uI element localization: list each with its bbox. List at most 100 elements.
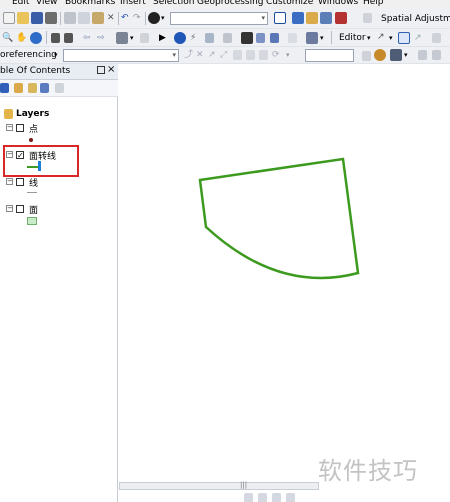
editor-toolbar-icon[interactable] — [274, 12, 286, 24]
topology-tools-icon[interactable] — [390, 49, 402, 61]
zoom-to-layer-icon[interactable]: ⟳ — [272, 49, 280, 61]
save-icon[interactable] — [31, 12, 43, 24]
shift-icon[interactable]: ✕ — [196, 49, 204, 61]
arctoolbox-icon[interactable] — [335, 12, 347, 24]
menu-help[interactable]: Help — [363, 0, 384, 8]
layer-name-points[interactable]: 点 — [29, 122, 38, 135]
viewer-dropdown-icon[interactable]: ▾ — [320, 32, 324, 44]
measure-icon[interactable] — [223, 33, 232, 43]
clear-selection-icon[interactable] — [140, 33, 149, 43]
editor-dropdown-icon[interactable]: ▾ — [367, 32, 371, 44]
zoom-out-icon[interactable]: 🔍 — [2, 32, 13, 44]
point-symbol — [29, 138, 33, 142]
menu-bookmarks[interactable]: Bookmarks — [65, 0, 115, 8]
catalog-icon[interactable] — [306, 12, 318, 24]
georeferencing-dropdown-icon[interactable]: ▾ — [54, 49, 58, 61]
list-by-visibility-icon[interactable] — [28, 83, 37, 93]
copy-icon[interactable] — [78, 12, 90, 24]
pan-icon[interactable]: ✋ — [16, 32, 27, 44]
time-slider-icon[interactable] — [288, 33, 297, 43]
menu-edit[interactable]: Edit — [12, 0, 29, 8]
topology-dropdown-icon[interactable]: ▾ — [404, 49, 408, 61]
open-folder-icon[interactable] — [17, 12, 29, 24]
map-topology-icon[interactable] — [418, 50, 427, 60]
standard-toolbar: ✕ ↶ ↷ ▾ ▾ Spatial Adjustmen — [0, 8, 450, 29]
layer-visibility-checkbox[interactable] — [16, 178, 24, 186]
menu-geoprocessing[interactable]: Geoprocessing — [197, 0, 264, 8]
edit-tool-dropdown-icon[interactable]: ▾ — [389, 32, 393, 44]
edit-annotation-icon[interactable] — [398, 32, 410, 44]
list-by-source-icon[interactable] — [14, 83, 23, 93]
cut-icon[interactable] — [64, 12, 76, 24]
zoom-dropdown-icon[interactable]: ▾ — [286, 49, 290, 61]
find-icon[interactable] — [241, 32, 253, 44]
menu-selection[interactable]: Selection — [153, 0, 194, 8]
refresh-icon[interactable] — [272, 493, 281, 502]
fixed-zoom-out-icon[interactable] — [64, 33, 73, 43]
pin-icon[interactable] — [97, 66, 105, 74]
hyperlink-icon[interactable]: ⚡ — [190, 32, 196, 44]
collapse-toggle[interactable]: − — [6, 124, 13, 131]
spatial-adjustment-label[interactable]: Spatial Adjustmen — [381, 13, 450, 25]
paste-icon[interactable] — [92, 12, 104, 24]
edit-tool-icon[interactable]: ↗ — [377, 31, 385, 43]
select-dropdown-icon[interactable]: ▾ — [130, 32, 134, 44]
goto-xy-icon[interactable] — [270, 33, 279, 43]
menu-customize[interactable]: Customize — [266, 0, 313, 8]
forward-extent-icon[interactable]: ⇨ — [97, 32, 105, 44]
rotate-icon[interactable]: ⤴ — [184, 49, 193, 61]
select-elements-icon[interactable]: ▶ — [159, 32, 166, 44]
identify-icon[interactable] — [174, 32, 186, 44]
view-link-table-icon[interactable] — [233, 50, 242, 60]
menu-view[interactable]: View — [36, 0, 57, 8]
toc-window-icon[interactable] — [292, 12, 304, 24]
georeferencing-menu[interactable]: oreferencing — [0, 49, 57, 61]
close-icon[interactable]: × — [107, 64, 115, 75]
data-view-icon[interactable] — [258, 493, 267, 502]
back-extent-icon[interactable]: ⇦ — [83, 32, 91, 44]
delete-icon[interactable]: ✕ — [107, 12, 115, 24]
collapse-toggle[interactable]: − — [6, 178, 13, 185]
layer-name-lines[interactable]: 线 — [29, 176, 38, 189]
fixed-zoom-in-icon[interactable] — [51, 33, 60, 43]
list-by-selection-icon[interactable] — [40, 83, 49, 93]
list-by-drawing-order-icon[interactable] — [0, 83, 9, 93]
update-display-icon[interactable] — [259, 50, 268, 60]
search-window-icon[interactable] — [320, 12, 332, 24]
add-control-points-icon[interactable]: ↗ — [208, 49, 216, 61]
map-canvas — [198, 157, 360, 280]
print-icon[interactable] — [45, 12, 57, 24]
add-control-points-2-icon[interactable]: ⤢ — [220, 49, 227, 61]
layers-root-label[interactable]: Layers — [16, 109, 49, 119]
html-popup-icon[interactable] — [205, 33, 214, 43]
layout-view-icon[interactable] — [244, 493, 253, 502]
redo-icon[interactable]: ↷ — [133, 12, 141, 24]
find-route-icon[interactable] — [256, 33, 265, 43]
layer-dropdown[interactable]: ▾ — [63, 49, 179, 62]
toc-options-icon[interactable] — [55, 83, 64, 93]
layer-name-polygons[interactable]: 面 — [29, 203, 38, 216]
menu-insert[interactable]: Insert — [120, 0, 146, 8]
editor-menu[interactable]: Editor — [339, 32, 366, 44]
undo-icon[interactable]: ↶ — [121, 12, 129, 24]
add-data-dropdown-icon[interactable]: ▾ — [161, 12, 165, 24]
select-features-icon[interactable] — [116, 32, 128, 44]
map-view[interactable] — [119, 64, 450, 494]
pause-drawing-icon[interactable] — [286, 493, 295, 502]
layer-visibility-checkbox[interactable] — [16, 124, 24, 132]
auto-adjust-icon[interactable] — [246, 50, 255, 60]
menu-windows[interactable]: Windows — [318, 0, 358, 8]
topology-icon[interactable] — [374, 49, 386, 61]
rotation-angle-field[interactable] — [305, 49, 354, 62]
shared-edge-icon[interactable] — [432, 50, 441, 60]
straight-segment-icon[interactable]: ↗ — [414, 32, 422, 44]
create-viewer-icon[interactable] — [306, 32, 318, 44]
line-feature[interactable] — [198, 157, 360, 280]
layer-visibility-checkbox[interactable] — [16, 205, 24, 213]
add-data-icon[interactable] — [148, 12, 160, 24]
new-document-icon[interactable] — [3, 12, 15, 24]
full-extent-icon[interactable] — [30, 32, 42, 44]
collapse-toggle[interactable]: − — [6, 205, 13, 212]
horizontal-scrollbar[interactable]: ||| — [119, 481, 319, 490]
scale-dropdown[interactable]: ▾ — [170, 12, 268, 25]
